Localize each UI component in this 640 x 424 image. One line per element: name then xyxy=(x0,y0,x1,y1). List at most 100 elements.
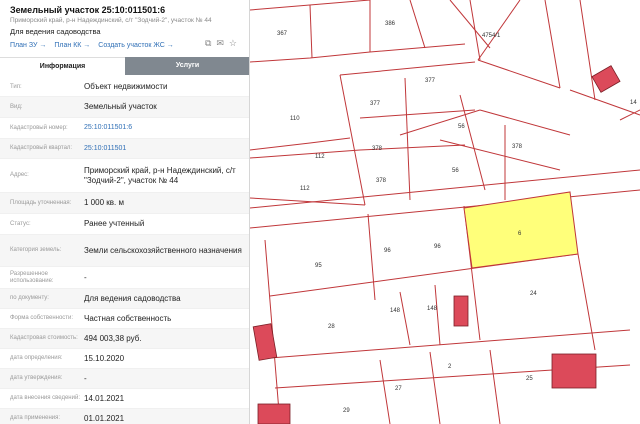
parcel-label: 377 xyxy=(425,78,436,84)
row-label: Статус: xyxy=(10,220,31,227)
building xyxy=(551,353,597,389)
table-row: Площадь уточненная: 1 000 кв. м xyxy=(0,193,249,214)
row-value: Приморский край, р-н Надеждинский, с/т "… xyxy=(84,165,236,185)
cadastral-map[interactable]: 367 386 4754/1 377 377 110 56 378 112 37… xyxy=(250,0,640,424)
tab-info[interactable]: Информация xyxy=(0,57,125,75)
parcel-label: 28 xyxy=(328,324,335,330)
row-label: по документу: xyxy=(10,295,49,301)
parcel-label: 2 xyxy=(448,364,452,370)
parcel-boundary xyxy=(544,0,561,89)
table-row: дата применения: 01.01.2021 xyxy=(0,409,249,424)
row-value: 14.01.2021 xyxy=(84,393,125,403)
plan-kk-link[interactable]: План КК → xyxy=(54,42,90,49)
table-row: Категория земель: Земли сельскохозяйстве… xyxy=(0,235,249,267)
header-purpose: Для ведения садоводства xyxy=(10,27,101,36)
building xyxy=(453,295,469,327)
road-boundary xyxy=(250,189,640,229)
building xyxy=(252,323,278,361)
panel-header: Земельный участок 25:10:011501:6 Приморс… xyxy=(0,0,249,56)
create-parcel-link[interactable]: Создать участок ЖС → xyxy=(98,42,174,49)
copy-icon[interactable]: ⧉ xyxy=(205,38,211,49)
row-label: Категория земель: xyxy=(10,247,62,253)
header-links: План ЗУ → План КК → Создать участок ЖС → xyxy=(10,42,174,49)
table-row: Форма собственности: Частная собственнос… xyxy=(0,309,249,329)
parcel-boundary xyxy=(477,59,561,89)
parcel-label: 112 xyxy=(300,186,310,192)
building xyxy=(591,65,621,93)
row-label: Разрешенное использование: xyxy=(10,270,54,284)
parcel-boundary xyxy=(367,213,376,301)
parcel-boundary xyxy=(250,149,361,159)
parcel-label: 56 xyxy=(452,168,459,174)
row-label: дата внесения сведений: xyxy=(10,395,80,401)
row-value: 15.10.2020 xyxy=(84,353,125,363)
star-icon[interactable]: ☆ xyxy=(229,38,237,49)
parcel-boundary xyxy=(399,109,481,136)
parcel-boundary xyxy=(339,74,366,206)
panel-tabs: Информация Услуги xyxy=(0,57,249,75)
parcel-label: 29 xyxy=(343,408,350,414)
parcel-boundary xyxy=(250,137,351,151)
cadastral-quarter-link[interactable]: 25:10:011501 xyxy=(84,144,249,154)
parcel-label: 27 xyxy=(395,386,402,392)
parcel-boundary xyxy=(469,0,481,61)
building xyxy=(257,403,291,424)
row-label: Тип: xyxy=(10,83,22,90)
row-label: Площадь уточненная: xyxy=(10,199,72,206)
parcel-label: 386 xyxy=(385,21,396,27)
parcel-boundary xyxy=(409,0,426,49)
parcel-label: 110 xyxy=(290,116,300,122)
row-label: Адрес: xyxy=(10,172,29,178)
row-value: 1 000 кв. м xyxy=(84,198,124,207)
parcel-boundary xyxy=(459,94,486,191)
cadastral-number-link[interactable]: 25:10:011501:6 xyxy=(84,123,249,133)
row-value: Частная собственность xyxy=(84,313,172,323)
parcel-label: 96 xyxy=(384,248,391,254)
parcel-boundary xyxy=(309,4,313,59)
parcel-label: 378 xyxy=(376,178,387,184)
plan-zu-link[interactable]: План ЗУ → xyxy=(10,42,46,49)
row-value: Земли сельскохозяйственного назначения xyxy=(84,245,242,255)
parcel-label: 367 xyxy=(277,31,288,37)
parcel-label: 25 xyxy=(526,376,533,382)
table-row: Кадастровый номер: 25:10:011501:6 xyxy=(0,118,249,139)
parcel-boundary xyxy=(339,61,476,76)
parcel-boundary xyxy=(449,0,491,49)
table-row: Разрешенное использование: - xyxy=(0,267,249,289)
row-label: Кадастровый номер: xyxy=(10,124,68,131)
table-row: Статус: Ранее учтенный xyxy=(0,214,249,235)
parcel-label: 95 xyxy=(315,263,322,269)
parcel-label: 14 xyxy=(630,100,637,106)
parcel-boundary xyxy=(250,197,366,206)
row-value: 494 003,38 руб. xyxy=(84,333,142,343)
parcel-boundary xyxy=(489,349,501,424)
table-row: по документу: Для ведения садоводства xyxy=(0,289,249,309)
table-row: Кадастровая стоимость: 494 003,38 руб. xyxy=(0,329,249,349)
parcel-boundary xyxy=(439,139,561,171)
row-label: Кадастровый квартал: xyxy=(10,145,73,151)
row-value: Для ведения садоводства xyxy=(84,293,181,303)
table-row: Вид: Земельный участок xyxy=(0,97,249,118)
row-label: дата утверждения: xyxy=(10,375,63,381)
parcel-label: 148 xyxy=(427,306,438,312)
row-label: Кадастровая стоимость: xyxy=(10,335,78,341)
parcel-boundary xyxy=(429,351,441,424)
parcel-boundary xyxy=(477,0,521,61)
parcel-boundary xyxy=(404,77,411,201)
parcel-label: 378 xyxy=(512,144,523,150)
row-value: - xyxy=(84,373,87,383)
row-value: 01.01.2021 xyxy=(84,413,125,423)
parcel-label: 378 xyxy=(372,146,383,152)
map-canvas[interactable]: 367 386 4754/1 377 377 110 56 378 112 37… xyxy=(250,0,640,424)
parcel-boundary xyxy=(577,253,596,351)
parcel-label: 112 xyxy=(315,154,325,160)
selected-parcel[interactable] xyxy=(463,191,579,269)
bookmark-icon[interactable]: ✉ xyxy=(216,38,224,49)
parcel-label: 148 xyxy=(390,308,401,314)
parcel-boundary xyxy=(579,0,596,101)
table-row: дата утверждения: - xyxy=(0,369,249,389)
parcel-boundary xyxy=(250,43,466,63)
tab-services[interactable]: Услуги xyxy=(125,57,249,75)
parcel-label: 96 xyxy=(434,244,441,250)
parcel-label: 24 xyxy=(530,291,537,297)
